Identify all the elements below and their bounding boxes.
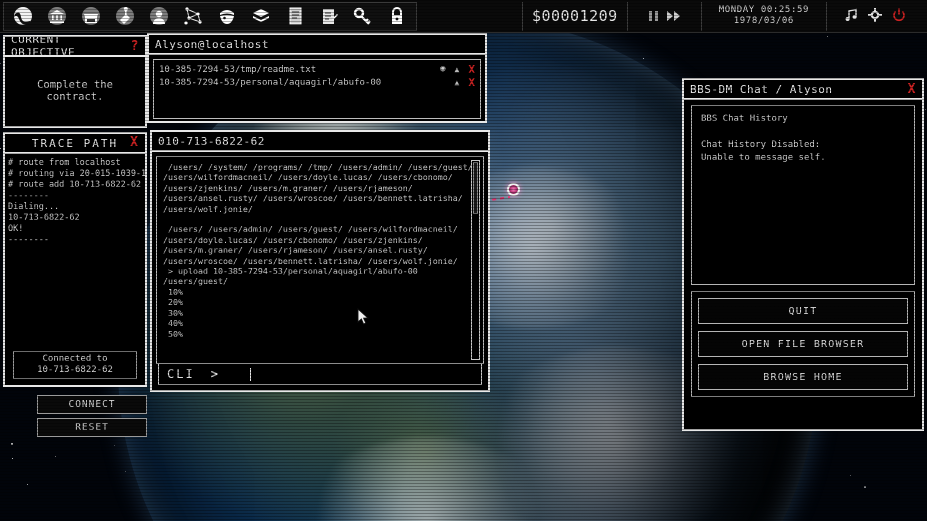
objective-titlebar: CURRENT OBJECTIVE ? bbox=[5, 37, 145, 57]
eye-icon[interactable]: ◉ bbox=[440, 65, 445, 74]
trace-log-line: # routing via 20-015-1039-1 bbox=[8, 169, 142, 180]
connect-button[interactable]: CONNECT bbox=[37, 395, 147, 414]
alyson-file-list: 10-385-7294-53/tmp/readme.txt◉▲X10-385-7… bbox=[153, 59, 481, 119]
money-display: $00001209 bbox=[522, 2, 627, 31]
terminal-titlebar: 010-713-6822-62 bbox=[152, 132, 488, 152]
trace-title: TRACE PATH bbox=[32, 137, 118, 150]
bbs-dm-chat-window: BBS-DM Chat / Alyson X BBS Chat History … bbox=[682, 78, 924, 431]
trace-log-line: -------- bbox=[8, 191, 142, 202]
close-icon[interactable]: X bbox=[468, 64, 475, 75]
quit-button[interactable]: QUIT bbox=[698, 298, 908, 324]
music-note-icon[interactable] bbox=[844, 7, 858, 26]
file-row-icons: ◉ ▲ X bbox=[440, 64, 475, 75]
tool-icon-group bbox=[3, 2, 417, 31]
date-value: 1978/03/06 bbox=[719, 16, 809, 27]
browse-home-button[interactable]: BROWSE HOME bbox=[698, 364, 908, 390]
chat-history-lines: Chat History Disabled:Unable to message … bbox=[701, 139, 905, 165]
globe-icon[interactable] bbox=[6, 3, 40, 30]
eject-icon[interactable]: ▲ bbox=[455, 79, 460, 87]
lock-icon[interactable] bbox=[380, 3, 414, 30]
help-icon[interactable]: ? bbox=[131, 40, 139, 53]
objective-text: Complete the contract. bbox=[5, 57, 145, 124]
person-icon[interactable] bbox=[142, 3, 176, 30]
file-path: 10-385-7294-53/personal/aquagirl/abufo-0… bbox=[159, 78, 381, 88]
chat-history-line: Chat History Disabled: bbox=[701, 139, 905, 152]
notes-icon[interactable] bbox=[312, 3, 346, 30]
reset-button[interactable]: RESET bbox=[37, 418, 147, 437]
connected-address: 10-713-6822-62 bbox=[14, 365, 136, 376]
time-controls bbox=[627, 2, 701, 31]
pause-icon[interactable] bbox=[647, 7, 660, 26]
text-cursor bbox=[250, 368, 251, 381]
chat-history-area: BBS Chat History Chat History Disabled:U… bbox=[691, 105, 915, 285]
chat-action-buttons: QUIT OPEN FILE BROWSER BROWSE HOME bbox=[691, 291, 915, 397]
trace-log-line: # route from localhost bbox=[8, 158, 142, 169]
trace-titlebar: TRACE PATH X bbox=[5, 134, 145, 154]
trace-log-line: 10-713-6822-62 bbox=[8, 213, 142, 224]
chat-history-header: BBS Chat History bbox=[701, 113, 905, 126]
money-value: $00001209 bbox=[532, 7, 618, 25]
file-row[interactable]: 10-385-7294-53/personal/aquagirl/abufo-0… bbox=[159, 76, 475, 89]
trace-log-line: # route add 10-713-6822-62 bbox=[8, 180, 142, 191]
connected-status: Connected to 10-713-6822-62 bbox=[13, 351, 137, 379]
trace-log-line: OK! bbox=[8, 224, 142, 235]
trace-path-window: TRACE PATH X # route from localhost# rou… bbox=[3, 132, 147, 387]
trace-log-line: -------- bbox=[8, 235, 142, 246]
document-icon[interactable] bbox=[278, 3, 312, 30]
bbs-title: BBS-DM Chat / Alyson bbox=[690, 83, 832, 96]
file-row[interactable]: 10-385-7294-53/tmp/readme.txt ◉ ▲ X bbox=[159, 63, 475, 76]
bank-icon[interactable] bbox=[40, 3, 74, 30]
key-icon[interactable] bbox=[346, 3, 380, 30]
terminal-output: /users/ /system/ /programs/ /tmp/ /users… bbox=[157, 157, 483, 344]
connection-node-marker[interactable] bbox=[507, 183, 520, 196]
trace-log: # route from localhost# routing via 20-0… bbox=[5, 154, 145, 336]
close-icon[interactable]: X bbox=[468, 77, 475, 88]
eject-icon[interactable]: ▲ bbox=[455, 66, 460, 74]
date-time-display: MONDAY 00:25:59 1978/03/06 bbox=[701, 2, 826, 31]
file-path: 10-385-7294-53/tmp/readme.txt bbox=[159, 65, 316, 75]
close-icon[interactable]: X bbox=[908, 83, 916, 96]
cli-input-bar[interactable]: CLI > bbox=[158, 363, 482, 385]
status-bar: $00001209 MONDAY 00:25:59 1978/03/06 bbox=[522, 2, 923, 31]
trace-log-line: Dialing... bbox=[8, 202, 142, 213]
shop-icon[interactable] bbox=[74, 3, 108, 30]
spy-icon[interactable] bbox=[210, 3, 244, 30]
layers-icon[interactable] bbox=[244, 3, 278, 30]
file-row-icons: ▲X bbox=[437, 77, 475, 88]
fast-forward-icon[interactable] bbox=[666, 7, 682, 26]
terminal-scrollbar[interactable] bbox=[471, 160, 480, 360]
top-toolbar: $00001209 MONDAY 00:25:59 1978/03/06 bbox=[0, 0, 927, 33]
connected-label: Connected to bbox=[14, 354, 136, 365]
chat-history-line: Unable to message self. bbox=[701, 152, 905, 165]
gear-icon[interactable] bbox=[868, 7, 882, 26]
open-file-browser-button[interactable]: OPEN FILE BROWSER bbox=[698, 331, 908, 357]
alyson-titlebar: Alyson@localhost bbox=[149, 35, 485, 55]
network-graph-icon[interactable] bbox=[176, 3, 210, 30]
terminal-output-area: /users/ /system/ /programs/ /tmp/ /users… bbox=[156, 156, 484, 364]
power-icon[interactable] bbox=[892, 7, 906, 26]
day-time: MONDAY 00:25:59 bbox=[719, 5, 809, 16]
cli-label: CLI bbox=[167, 367, 195, 381]
game-screen: $00001209 MONDAY 00:25:59 1978/03/06 bbox=[0, 0, 927, 521]
terminal-title: 010-713-6822-62 bbox=[158, 135, 265, 148]
alyson-title: Alyson@localhost bbox=[155, 38, 269, 51]
scrollbar-thumb[interactable] bbox=[473, 162, 478, 214]
bbs-titlebar: BBS-DM Chat / Alyson X bbox=[684, 80, 922, 100]
objective-title: CURRENT OBJECTIVE bbox=[11, 33, 131, 59]
satellite-icon[interactable] bbox=[108, 3, 142, 30]
system-icons bbox=[826, 2, 923, 31]
current-objective-window: CURRENT OBJECTIVE ? Complete the contrac… bbox=[3, 35, 147, 128]
alyson-localhost-window: Alyson@localhost 10-385-7294-53/tmp/read… bbox=[147, 33, 487, 123]
cli-prompt-caret: > bbox=[211, 367, 218, 381]
terminal-window: 010-713-6822-62 /users/ /system/ /progra… bbox=[150, 130, 490, 392]
close-icon[interactable]: X bbox=[130, 136, 140, 149]
